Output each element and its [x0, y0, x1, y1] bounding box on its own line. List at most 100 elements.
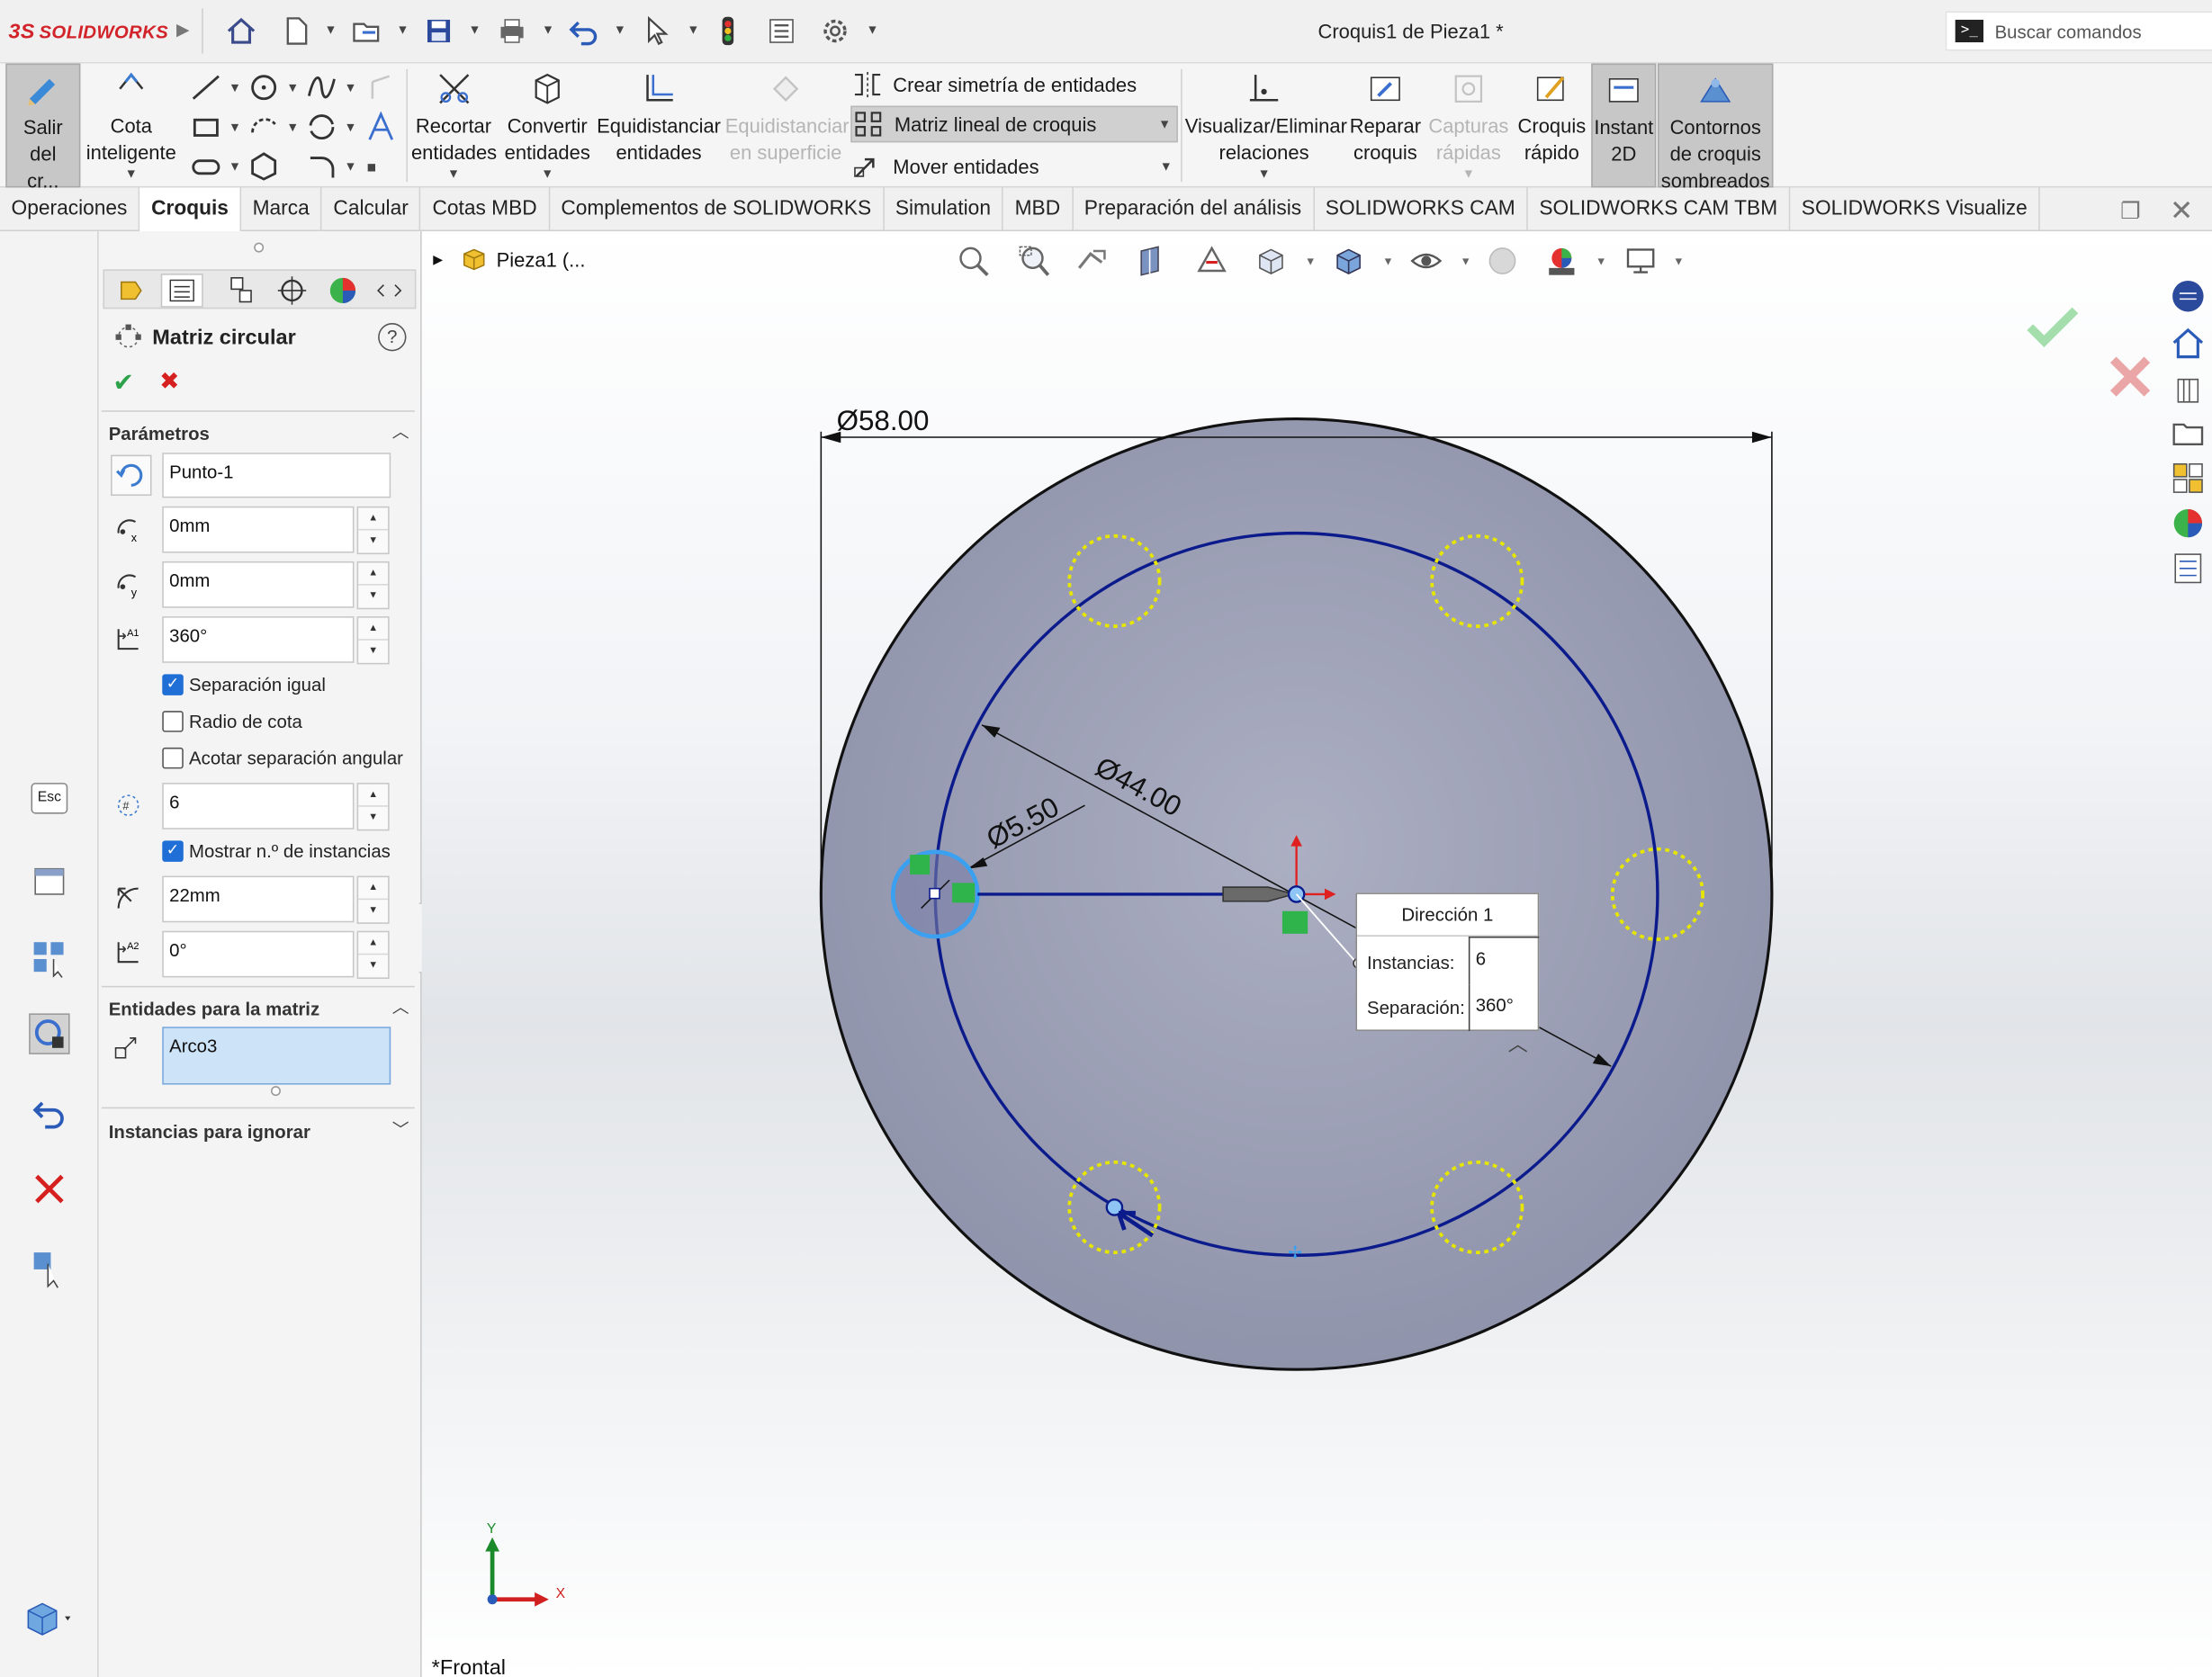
home-icon[interactable] — [224, 14, 258, 49]
sketch-fillet-icon[interactable] — [364, 70, 398, 104]
skip-instances-header[interactable]: Instancias para ignorar — [109, 1121, 310, 1143]
expand-chevron-icon[interactable]: ﹀ — [392, 1117, 409, 1142]
circular-pattern-locked-icon[interactable] — [28, 1013, 70, 1055]
save-dropdown-icon[interactable]: ▼ — [468, 22, 481, 37]
convert-dropdown-icon[interactable]: ▼ — [502, 166, 592, 181]
spin-up-icon[interactable]: ▲ — [358, 507, 389, 531]
dimension-radius-check-icon[interactable] — [162, 711, 184, 732]
mirror-entities-command[interactable]: Crear simetría de entidades — [850, 67, 1178, 103]
print-icon[interactable] — [495, 14, 529, 49]
polygon-icon[interactable] — [247, 149, 281, 184]
rebuild-traffic-light-icon[interactable] — [711, 14, 745, 49]
center-point-field[interactable]: Punto-1 — [162, 453, 391, 498]
relation-marker[interactable] — [910, 855, 931, 874]
outer-diameter-text[interactable]: Ø58.00 — [837, 405, 930, 436]
spin-down-icon[interactable]: ▼ — [358, 900, 388, 922]
radius-input[interactable]: 22mm — [162, 875, 355, 923]
selection-box-resize-grip[interactable] — [270, 1086, 281, 1097]
center-y-input[interactable]: 0mm — [162, 560, 355, 608]
close-window-icon[interactable]: ✕ — [2170, 193, 2193, 229]
select-pointer-icon[interactable] — [641, 14, 675, 49]
tab-preparaci-n-del-an-lisis[interactable]: Preparación del análisis — [1073, 187, 1315, 232]
arc-icon[interactable] — [247, 110, 281, 144]
line-dropdown-icon[interactable]: ▼ — [229, 80, 241, 94]
tab-scroll-arrows-icon[interactable] — [368, 274, 410, 308]
direction-popup[interactable]: Dirección 1 Instancias: 6 Separación: 36… — [1355, 892, 1540, 1031]
move-entities-command[interactable]: Mover entidades ▼ — [850, 148, 1178, 185]
spin-up-icon[interactable]: ▲ — [358, 932, 389, 955]
circle-icon[interactable] — [247, 70, 281, 104]
open-icon[interactable] — [350, 14, 384, 49]
radius-spinner[interactable]: ▲ ▼ — [356, 875, 390, 924]
line-icon[interactable] — [189, 70, 223, 104]
popup-instances-input[interactable]: 6 — [1468, 936, 1540, 985]
ellipse-icon[interactable] — [305, 110, 339, 144]
graphics-area[interactable]: ▶ Pieza1 (... ▼ ▼ ▼ ▼ ▼ Ø58.00 Ø44.00 Ø5… — [421, 231, 2212, 1677]
cancel-x-icon[interactable] — [28, 1168, 70, 1210]
pattern-dropdown-icon[interactable]: ▼ — [1158, 117, 1171, 131]
spin-up-icon[interactable]: ▲ — [358, 877, 389, 901]
arc-dropdown-icon[interactable]: ▼ — [286, 120, 299, 134]
arc-angle-input[interactable]: 0° — [162, 930, 355, 978]
ok-check-icon[interactable]: ✔ — [112, 368, 134, 398]
tab-complementos-de-solidworks[interactable]: Complementos de SOLIDWORKS — [550, 187, 885, 232]
center-relation-marker[interactable] — [1281, 910, 1308, 934]
spin-up-icon[interactable]: ▲ — [358, 563, 389, 586]
fillet-dropdown-icon[interactable]: ▼ — [344, 159, 356, 174]
options-gear-icon[interactable] — [818, 14, 852, 49]
print-dropdown-icon[interactable]: ▼ — [542, 22, 554, 37]
parameters-header[interactable]: Parámetros — [109, 423, 210, 444]
equal-spacing-checkbox[interactable]: ✓ Separación igual — [162, 674, 326, 695]
panel-grip[interactable] — [254, 242, 265, 253]
tab-cotas-mbd[interactable]: Cotas MBD — [421, 187, 550, 232]
trim-dropdown-icon[interactable]: ▼ — [409, 166, 499, 181]
feature-manager-tab-icon[interactable] — [110, 274, 152, 308]
move-dropdown-icon[interactable]: ▼ — [1160, 159, 1173, 174]
circle-dropdown-icon[interactable]: ▼ — [286, 80, 299, 94]
equal-spacing-check-icon[interactable]: ✓ — [162, 674, 184, 695]
popup-collapse-chevron-icon[interactable]: ︿ — [1508, 1029, 1528, 1057]
tab-solidworks-cam[interactable]: SOLIDWORKS CAM — [1314, 187, 1528, 232]
dimxpert-tab-icon[interactable] — [271, 274, 313, 308]
shaded-sketch-contours-button[interactable]: Contornos de croquis sombreados — [1657, 63, 1774, 192]
fillet-icon[interactable] — [305, 149, 339, 184]
slot-dropdown-icon[interactable]: ▼ — [229, 159, 241, 174]
tab-croquis[interactable]: Croquis — [139, 187, 242, 232]
slot-icon[interactable] — [189, 149, 223, 184]
trim-entities-button[interactable]: Recortar entidades ▼ — [409, 64, 499, 188]
new-document-icon[interactable] — [279, 14, 313, 49]
rectangle-dropdown-icon[interactable]: ▼ — [229, 120, 241, 134]
tab-simulation[interactable]: Simulation — [884, 187, 1004, 232]
dimension-radius-checkbox[interactable]: Radio de cota — [162, 711, 302, 732]
total-angle-input[interactable]: 360° — [162, 616, 355, 663]
spin-down-icon[interactable]: ▼ — [358, 586, 388, 608]
exit-sketch-button[interactable]: Salir del cr... ▼ — [5, 63, 81, 209]
ellipse-dropdown-icon[interactable]: ▼ — [344, 120, 356, 134]
tab-calcular[interactable]: Calcular — [322, 187, 421, 232]
open-dropdown-icon[interactable]: ▼ — [396, 22, 409, 37]
sketch-canvas[interactable]: Ø58.00 Ø44.00 Ø5.50 ✢ Y X — [422, 231, 2212, 1677]
save-icon[interactable] — [422, 14, 456, 49]
smart-dimension-dropdown-icon[interactable]: ▼ — [82, 166, 181, 181]
spline-icon[interactable] — [305, 70, 339, 104]
new-dropdown-icon[interactable]: ▼ — [325, 22, 337, 37]
menu-expand-icon[interactable]: ▶ — [176, 20, 189, 40]
instances-spinner[interactable]: ▲ ▼ — [356, 783, 390, 831]
convert-entities-button[interactable]: Convertir entidades ▼ — [502, 64, 592, 188]
collapse-chevron-icon[interactable]: ︿ — [392, 419, 409, 444]
center-x-input[interactable]: 0mm — [162, 506, 355, 553]
spin-down-icon[interactable]: ▼ — [358, 641, 388, 663]
spin-down-icon[interactable]: ▼ — [358, 807, 388, 830]
view-cube-dropdown-icon[interactable] — [22, 1597, 79, 1639]
instant-2d-button[interactable]: Instant 2D — [1591, 63, 1657, 188]
point-icon[interactable]: ■ — [367, 159, 376, 176]
select-shortcut-icon[interactable] — [28, 1247, 70, 1289]
select-dropdown-icon[interactable]: ▼ — [687, 22, 699, 37]
undo-icon[interactable] — [567, 14, 601, 49]
property-manager-tab-icon[interactable] — [160, 274, 203, 308]
spline-dropdown-icon[interactable]: ▼ — [344, 80, 356, 94]
entities-header[interactable]: Entidades para la matriz — [109, 999, 319, 1020]
center-y-spinner[interactable]: ▲ ▼ — [356, 560, 390, 610]
text-icon[interactable] — [364, 110, 398, 144]
instances-input[interactable]: 6 — [162, 783, 355, 830]
